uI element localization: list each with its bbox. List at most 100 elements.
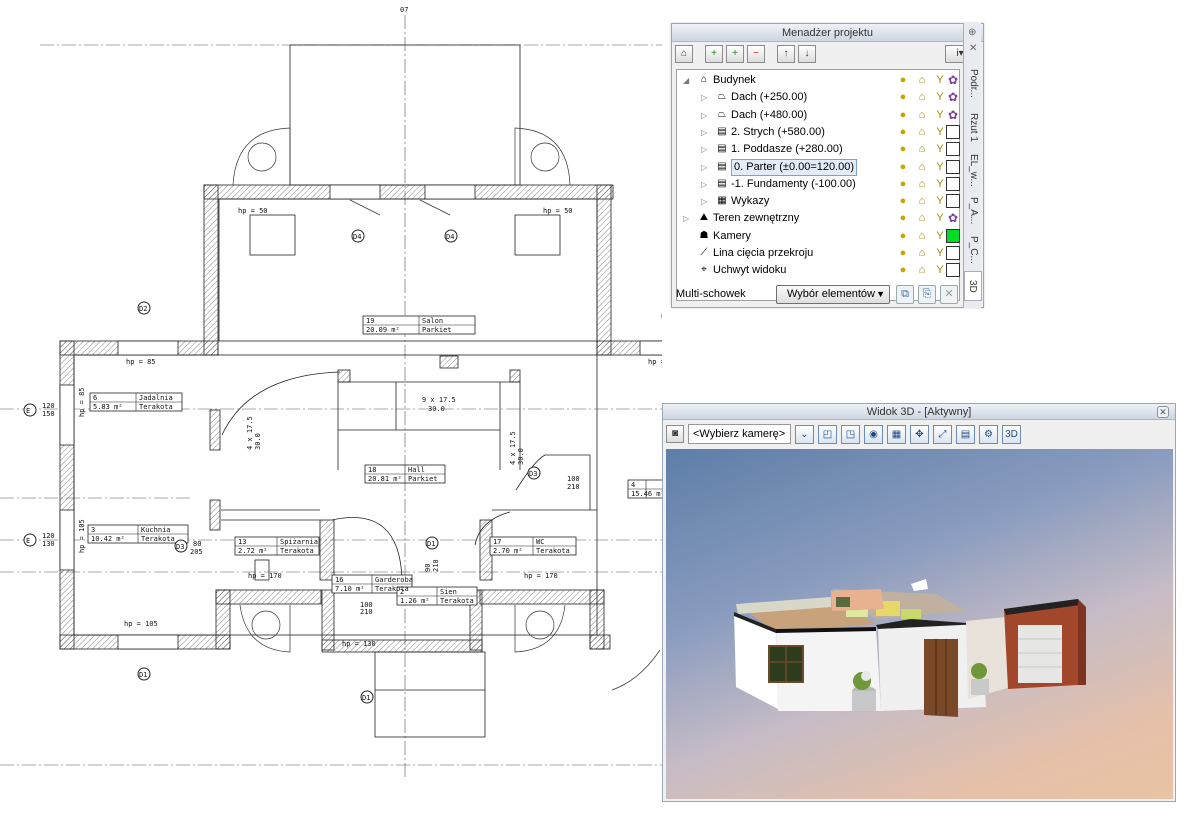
new-building-icon[interactable]: ⌂ — [675, 45, 693, 63]
lock-icon[interactable]: ⌂ — [916, 109, 928, 122]
orbit-icon[interactable]: ✥ — [910, 424, 929, 444]
move-up-icon[interactable]: ↑ — [777, 45, 795, 63]
tab-przekroj-a[interactable]: P_A... — [964, 193, 982, 229]
tree-item[interactable]: ⟋ Lina cięcia przekroju ● ⌂ Y — [677, 245, 960, 262]
tree-item[interactable]: ▷ ▤ -1. Fundamenty (-100.00) ● ⌂ Y — [677, 176, 960, 193]
color-palette-icon[interactable]: ✿ — [946, 73, 960, 87]
expand-icon[interactable]: ▷ — [701, 141, 711, 158]
3d-viewport[interactable] — [666, 449, 1173, 799]
lock-icon[interactable]: ⌂ — [916, 126, 928, 139]
clear-icon[interactable]: ✕ — [940, 285, 958, 304]
color-palette-icon[interactable]: ✿ — [946, 211, 960, 225]
visibility-bulb-icon[interactable]: ● — [897, 264, 909, 277]
paste-icon[interactable]: ⎘ — [918, 285, 936, 304]
expand-icon[interactable]: ▷ — [701, 176, 711, 193]
tab-3d[interactable]: 3D — [964, 271, 982, 301]
wall-icon[interactable]: ▦ — [887, 424, 906, 444]
export-icon[interactable]: ▤ — [956, 424, 975, 444]
tree-item[interactable]: ⌖ Uchwyt widoku ● ⌂ Y — [677, 262, 960, 279]
view-back-icon[interactable]: ◳ — [841, 424, 860, 444]
tab-rzut[interactable]: Rzut 1 — [964, 107, 982, 147]
expand-icon[interactable]: ▷ — [701, 159, 711, 176]
project-manager-titlebar[interactable]: Menadżer projektu ✕ — [672, 24, 983, 42]
add-storey-above-icon[interactable]: + — [705, 45, 723, 63]
add-storey-below-icon[interactable]: + — [726, 45, 744, 63]
goblet-icon[interactable]: Y — [934, 230, 946, 243]
goblet-icon[interactable]: Y — [934, 161, 946, 174]
visibility-bulb-icon[interactable]: ● — [897, 212, 909, 225]
goblet-icon[interactable]: Y — [934, 109, 946, 122]
lock-icon[interactable]: ⌂ — [916, 91, 928, 104]
goblet-icon[interactable]: Y — [934, 195, 946, 208]
3d-export-icon[interactable]: 3D — [1002, 424, 1021, 444]
close-icon[interactable]: ✕ — [969, 43, 977, 54]
expand-icon[interactable]: ▷ — [683, 210, 693, 227]
selection-dropdown[interactable]: Wybór elementów ▼ — [776, 285, 890, 304]
tree-item[interactable]: ◢ ⌂ Budynek ● ⌂ Y ✿ — [677, 72, 959, 89]
lock-icon[interactable]: ⌂ — [916, 161, 928, 174]
tree-item[interactable]: ▷ ⏢ Dach (+480.00) ● ⌂ Y ✿ — [677, 107, 959, 124]
walk-icon[interactable]: ⤢ — [933, 424, 952, 444]
color-swatch[interactable] — [946, 228, 960, 243]
tree-item[interactable]: ▷ ▤ 1. Poddasze (+280.00) ● ⌂ Y — [677, 141, 960, 158]
lock-icon[interactable]: ⌂ — [916, 195, 928, 208]
tree-item[interactable]: ▷ ▤ 0. Parter (±0.00=120.00) ● ⌂ Y — [677, 158, 960, 176]
goblet-icon[interactable]: Y — [934, 178, 946, 191]
lock-icon[interactable]: ⌂ — [916, 74, 928, 87]
tree-item[interactable]: ▷ ▤ 2. Strych (+580.00) ● ⌂ Y — [677, 124, 960, 141]
goblet-icon[interactable]: Y — [934, 74, 946, 87]
tree-item[interactable]: ▷ ⛰ Teren zewnętrzny ● ⌂ Y ✿ — [677, 210, 959, 227]
move-down-icon[interactable]: ↓ — [798, 45, 816, 63]
goblet-icon[interactable]: Y — [934, 91, 946, 104]
visibility-bulb-icon[interactable]: ● — [897, 178, 909, 191]
floor-plan-drawing[interactable]: 19 Salon 20.09 m² Parkiet 6 Jadalnia 5.83 m² Te… — [0, 0, 662, 833]
expand-icon[interactable]: ▷ — [701, 89, 711, 106]
lock-icon[interactable]: ⌂ — [916, 143, 928, 156]
expand-icon[interactable]: ▷ — [701, 124, 711, 141]
color-swatch[interactable] — [946, 263, 960, 278]
lock-icon[interactable]: ⌂ — [916, 230, 928, 243]
tree-item[interactable]: ▷ ⏢ Dach (+250.00) ● ⌂ Y ✿ — [677, 89, 959, 106]
visibility-bulb-icon[interactable]: ● — [897, 126, 909, 139]
visibility-bulb-icon[interactable]: ● — [897, 109, 909, 122]
color-swatch[interactable] — [946, 142, 960, 157]
goblet-icon[interactable]: Y — [934, 247, 946, 260]
tab-elewacja[interactable]: EL_w... — [964, 150, 982, 190]
remove-storey-icon[interactable]: − — [747, 45, 765, 63]
goblet-icon[interactable]: Y — [934, 264, 946, 277]
visibility-bulb-icon[interactable]: ● — [897, 91, 909, 104]
lock-icon[interactable]: ⌂ — [916, 178, 928, 191]
view-3d-titlebar[interactable]: Widok 3D - [Aktywny] ✕ — [663, 404, 1175, 420]
close-icon[interactable]: ✕ — [1157, 406, 1169, 418]
visibility-bulb-icon[interactable]: ● — [897, 161, 909, 174]
tab-podrys[interactable]: Podr... — [964, 63, 982, 103]
color-swatch[interactable] — [946, 246, 960, 260]
expand-icon[interactable]: ▷ — [701, 193, 711, 210]
camera-select[interactable]: <Wybierz kamerę> — [688, 424, 791, 444]
goblet-icon[interactable]: Y — [934, 143, 946, 156]
lock-icon[interactable]: ⌂ — [916, 264, 928, 277]
pin-icon[interactable]: ⊕ — [968, 27, 976, 38]
goblet-icon[interactable]: Y — [934, 212, 946, 225]
render-icon[interactable]: ◉ — [864, 424, 883, 444]
color-swatch[interactable] — [946, 159, 960, 174]
tree-item[interactable]: ▷ ▦ Wykazy ● ⌂ Y — [677, 193, 960, 210]
visibility-bulb-icon[interactable]: ● — [897, 74, 909, 87]
color-swatch[interactable] — [946, 124, 960, 139]
lock-icon[interactable]: ⌂ — [916, 247, 928, 260]
add-camera-icon[interactable]: ◙ — [666, 425, 684, 443]
visibility-bulb-icon[interactable]: ● — [897, 230, 909, 243]
visibility-bulb-icon[interactable]: ● — [897, 247, 909, 260]
copy-icon[interactable]: ⧉ — [896, 285, 914, 304]
color-palette-icon[interactable]: ✿ — [946, 108, 960, 122]
goblet-icon[interactable]: Y — [934, 126, 946, 139]
color-palette-icon[interactable]: ✿ — [946, 90, 960, 104]
collapse-icon[interactable]: ◢ — [683, 72, 693, 89]
view-front-icon[interactable]: ◰ — [818, 424, 837, 444]
expand-icon[interactable]: ▷ — [701, 107, 711, 124]
tab-przekroj-c[interactable]: P_C... — [964, 232, 982, 268]
color-swatch[interactable] — [946, 194, 960, 209]
camera-dropdown-icon[interactable]: ⌄ — [795, 424, 814, 444]
settings-icon[interactable]: ⚙ — [979, 424, 998, 444]
color-swatch[interactable] — [946, 176, 960, 191]
